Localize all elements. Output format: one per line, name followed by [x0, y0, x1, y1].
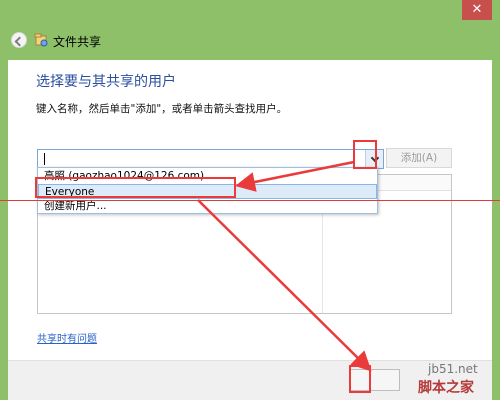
page-title: 选择要与其共享的用户: [36, 74, 176, 90]
annotation-line: [0, 200, 500, 201]
text-caret: [44, 153, 45, 165]
title-bar: ✕: [0, 0, 500, 24]
highlight-dropdown-arrow: [353, 140, 377, 169]
watermark-site: jb51.net: [428, 362, 478, 376]
dropdown-item-create-user[interactable]: 创建新用户...: [38, 199, 377, 214]
highlight-everyone: [35, 177, 236, 198]
highlight-share-button: [349, 365, 371, 393]
dialog-title: 文件共享: [53, 35, 102, 49]
user-name-input[interactable]: [37, 149, 384, 169]
dialog-header: 文件共享: [0, 24, 500, 60]
dialog-content: 选择要与其共享的用户 键入名称，然后单击"添加"，或者单击箭头查找用户。 添加(…: [8, 60, 492, 360]
watermark-brand: 脚本之家: [418, 380, 474, 396]
instruction-text: 键入名称，然后单击"添加"，或者单击箭头查找用户。: [36, 103, 288, 115]
close-button[interactable]: ✕: [462, 0, 492, 20]
file-share-icon: [34, 33, 48, 47]
back-arrow-icon[interactable]: [11, 32, 27, 48]
add-button[interactable]: 添加(A): [386, 148, 452, 168]
help-link[interactable]: 共享时有问题: [37, 330, 97, 345]
